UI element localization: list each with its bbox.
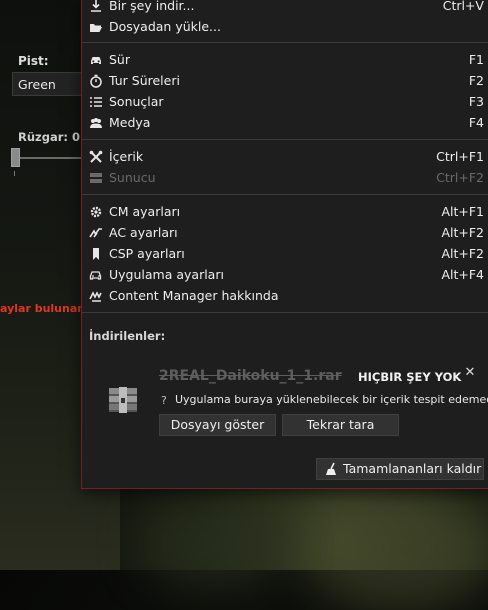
gear-icon	[88, 204, 104, 220]
menu-item-shortcut: F4	[468, 115, 484, 130]
download-message: Uygulama buraya yüklenebilecek bir içeri…	[175, 393, 488, 406]
main-dropdown-menu: Bir şey indir... Ctrl+V Dosyadan yükle..…	[81, 0, 488, 489]
menu-item-about[interactable]: Content Manager hakkında	[82, 286, 488, 307]
track-label: Pist:	[18, 54, 49, 68]
menu-item-shortcut: Alt+F2	[441, 246, 484, 261]
wind-slider-tick	[14, 171, 15, 176]
track-select[interactable]: Green	[12, 72, 82, 96]
menu-item-shortcut: F3	[468, 94, 484, 109]
menu-item-media[interactable]: Medya F4	[82, 113, 488, 134]
menu-item-shortcut: Ctrl+F2	[436, 170, 484, 185]
download-file-name: 2REAL_Daikoku_1_1.rar	[159, 368, 342, 384]
menu-item-shortcut: Alt+F1	[441, 204, 484, 219]
menu-separator	[82, 139, 488, 140]
menu-item-label: Sonuçlar	[109, 94, 164, 109]
menu-item-shortcut: Alt+F4	[441, 267, 484, 282]
menu-item-label: Bir şey indir...	[109, 0, 195, 13]
menu-item-app-settings[interactable]: Uygulama ayarları Alt+F4	[82, 265, 488, 286]
ac-logo-icon	[88, 225, 104, 241]
menu-item-results[interactable]: Sonuçlar F3	[82, 92, 488, 113]
winrar-archive-icon	[106, 385, 140, 415]
menu-item-download[interactable]: Bir şey indir... Ctrl+V	[82, 0, 488, 17]
menu-item-label: Content Manager hakkında	[109, 288, 279, 303]
menu-item-shortcut: Alt+F2	[441, 225, 484, 240]
menu-item-label: İçerik	[109, 149, 144, 164]
menu-item-label: Tur Süreleri	[109, 73, 180, 88]
menu-item-cm-settings[interactable]: CM ayarları Alt+F1	[82, 202, 488, 223]
menu-item-shortcut: Ctrl+F1	[436, 149, 484, 164]
wind-slider-thumb[interactable]	[11, 148, 20, 167]
menu-item-load-file[interactable]: Dosyadan yükle...	[82, 17, 488, 38]
downloads-title: İndirilenler:	[89, 329, 166, 343]
menu-item-label: Sunucu	[109, 170, 156, 185]
stopwatch-icon	[88, 73, 104, 89]
cm-logo-icon	[88, 288, 104, 304]
menu-separator	[82, 42, 488, 43]
menu-item-label: Medya	[109, 115, 151, 130]
clear-completed-button[interactable]: Tamamlananları kaldır	[316, 458, 484, 480]
people-icon	[88, 115, 104, 131]
background-glow	[140, 500, 290, 590]
menu-item-shortcut: F1	[468, 52, 484, 67]
background-glow	[300, 490, 488, 610]
server-icon	[88, 170, 104, 186]
menu-item-label: CM ayarları	[109, 204, 181, 219]
tools-icon	[88, 149, 104, 165]
clear-completed-label: Tamamlananları kaldır	[343, 461, 482, 476]
menu-separator	[82, 312, 488, 313]
download-status: HIÇBIR ŞEY YOK	[358, 370, 462, 384]
menu-item-label: CSP ayarları	[109, 246, 185, 261]
download-icon	[88, 0, 104, 14]
menu-item-label: Sür	[109, 52, 130, 67]
car-icon	[88, 52, 104, 68]
car-settings-icon	[88, 267, 104, 283]
menu-item-label: Uygulama ayarları	[109, 267, 224, 282]
menu-item-drive[interactable]: Sür F1	[82, 50, 488, 71]
menu-item-content[interactable]: İçerik Ctrl+F1	[82, 147, 488, 168]
show-file-button[interactable]: Dosyayı göster	[159, 414, 276, 436]
wind-slider-track[interactable]	[14, 157, 82, 159]
folder-open-icon	[88, 19, 104, 35]
close-icon[interactable]: ✕	[463, 366, 477, 380]
bookmark-icon	[88, 246, 104, 262]
menu-item-server: Sunucu Ctrl+F2	[82, 168, 488, 189]
menu-item-lap-times[interactable]: Tur Süreleri F2	[82, 71, 488, 92]
question-icon: ?	[161, 394, 167, 407]
menu-item-csp-settings[interactable]: CSP ayarları Alt+F2	[82, 244, 488, 265]
retry-scan-button[interactable]: Tekrar tara	[282, 414, 399, 436]
menu-separator	[82, 194, 488, 195]
menu-item-shortcut: F2	[468, 73, 484, 88]
background-settings-panel: Pist: Green Rüzgar: 0 km aylar bulunamad…	[0, 0, 108, 570]
broom-icon	[325, 462, 339, 476]
menu-item-shortcut: Ctrl+V	[442, 0, 484, 13]
menu-item-label: Dosyadan yükle...	[109, 19, 221, 34]
list-icon	[88, 94, 104, 110]
menu-item-ac-settings[interactable]: AC ayarları Alt+F2	[82, 223, 488, 244]
menu-item-label: AC ayarları	[109, 225, 178, 240]
